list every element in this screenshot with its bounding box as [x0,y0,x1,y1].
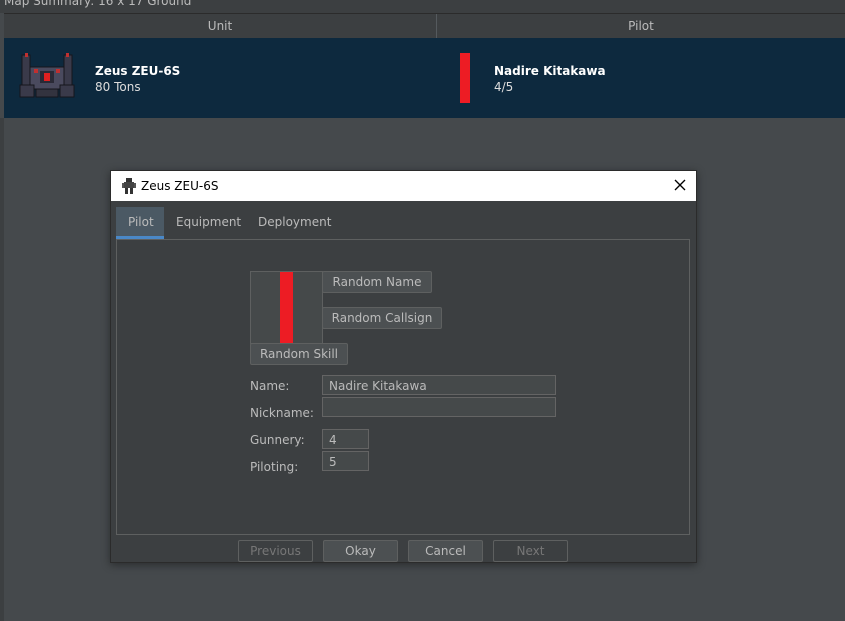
tab-pilot[interactable]: Pilot [116,207,164,239]
random-callsign-button[interactable]: Random Callsign [322,307,442,329]
random-skill-button[interactable]: Random Skill [250,343,348,365]
okay-button[interactable]: Okay [323,540,398,562]
pilot-name: Nadire Kitakawa [494,64,606,78]
unit-dialog: Zeus ZEU-6S Pilot Equipment Deployment R… [110,170,697,563]
mech-icon [122,178,136,194]
nickname-field[interactable] [322,397,556,417]
column-header-pilot[interactable]: Pilot [437,14,845,38]
pilot-panel: Random Name Random Callsign Random Skill… [116,239,690,535]
dialog-titlebar[interactable]: Zeus ZEU-6S [111,171,696,201]
pilot-portrait[interactable] [250,271,323,344]
tab-equipment[interactable]: Equipment [164,207,253,238]
table-row[interactable]: Zeus ZEU-6S 80 Tons Nadire Kitakawa 4/5 [4,38,845,118]
name-field[interactable]: Nadire Kitakawa [322,375,556,395]
unit-name: Zeus ZEU-6S [95,64,181,78]
mech-sprite-icon [19,53,75,98]
piloting-field[interactable]: 5 [322,451,369,471]
unit-tonnage: 80 Tons [95,80,141,94]
gunnery-field[interactable]: 4 [322,429,369,449]
close-button[interactable] [664,171,696,201]
nickname-label: Nickname: [250,406,314,420]
pilot-skill: 4/5 [494,80,514,94]
map-summary-text: Map Summary: 16 x 17 Ground [4,0,192,8]
left-edge [0,118,4,621]
random-name-button[interactable]: Random Name [322,271,432,293]
previous-button[interactable]: Previous [238,540,313,562]
close-icon [674,179,686,191]
piloting-label: Piloting: [250,460,299,474]
dialog-title: Zeus ZEU-6S [141,179,219,193]
map-summary-strip: Map Summary: 16 x 17 Ground [0,0,845,13]
table-header: Unit Pilot [4,13,845,39]
gunnery-label: Gunnery: [250,433,305,447]
name-label: Name: [250,379,290,393]
dialog-tabs: Pilot Equipment Deployment [116,207,691,239]
portrait-color-bar [280,272,293,343]
pilot-portrait-icon [460,53,470,103]
tab-deployment[interactable]: Deployment [246,207,343,238]
next-button[interactable]: Next [493,540,568,562]
cancel-button[interactable]: Cancel [408,540,483,562]
column-header-unit[interactable]: Unit [4,14,437,38]
